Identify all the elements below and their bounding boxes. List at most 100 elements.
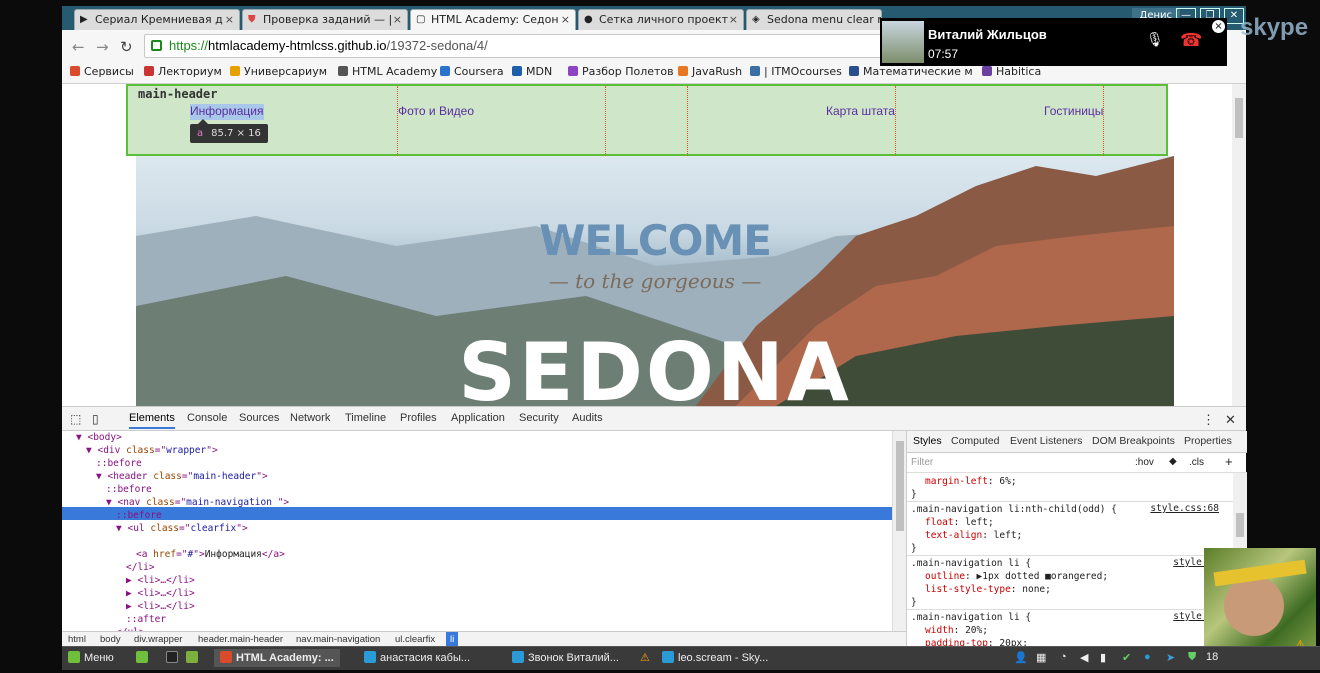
dom-line[interactable]: ▶ <li>…</li> — [126, 587, 195, 600]
bookmark-item[interactable]: Математические м — [849, 65, 973, 78]
style-property[interactable]: text-align: left; — [925, 529, 1022, 542]
devtools-tab-security[interactable]: Security — [519, 412, 559, 424]
styles-tab-listeners[interactable]: Event Listeners — [1010, 435, 1082, 447]
devtools-tab-audits[interactable]: Audits — [572, 412, 603, 424]
close-devtools-icon[interactable]: ✕ — [1225, 412, 1236, 428]
styles-tab-styles[interactable]: Styles — [913, 435, 942, 447]
styles-tab-computed[interactable]: Computed — [951, 435, 999, 447]
rule-selector[interactable]: .main-navigation li { — [911, 611, 1031, 624]
devtools-tab-timeline[interactable]: Timeline — [345, 412, 386, 424]
tab-html-academy[interactable]: ▢ HTML Academy: Седон × — [410, 9, 576, 30]
show-desktop-icon[interactable] — [136, 651, 152, 664]
scrollbar-thumb[interactable] — [1235, 98, 1243, 138]
dom-line[interactable]: ▼ <div class="wrapper"> — [86, 444, 218, 457]
close-icon[interactable]: × — [1212, 20, 1225, 33]
forward-icon[interactable]: → — [96, 38, 109, 56]
styles-filter[interactable]: Filter :hov ◆ .cls + — [907, 453, 1247, 473]
dom-line[interactable]: </li> — [126, 561, 155, 574]
dom-line[interactable]: ::before — [106, 483, 152, 496]
battery-icon[interactable]: ▮ — [1100, 651, 1106, 664]
breadcrumb-item[interactable]: nav.main-navigation — [296, 634, 380, 645]
files-icon[interactable] — [186, 651, 202, 664]
dom-scrollbar[interactable] — [892, 431, 906, 631]
devtools-tab-console[interactable]: Console — [187, 412, 227, 424]
device-icon[interactable]: ▯ — [92, 412, 99, 426]
nav-link-hotels[interactable]: Гостиницы — [1044, 104, 1103, 118]
dom-line[interactable]: ▶ <li>…</li> — [126, 574, 195, 587]
bookmark-item[interactable]: Лекториум — [144, 65, 222, 78]
start-menu-button[interactable]: Меню — [68, 651, 114, 664]
tab-github[interactable]: ● Сетка личного проект × — [578, 9, 744, 30]
reload-icon[interactable]: ↻ — [120, 38, 133, 56]
tab-serial[interactable]: ▶ Сериал Кремниевая д × — [74, 9, 240, 30]
breadcrumb-item[interactable]: html — [68, 634, 86, 645]
bookmark-item[interactable]: Разбор Полетов — [568, 65, 674, 78]
bookmark-item[interactable]: Сервисы — [70, 65, 134, 78]
bookmark-item[interactable]: Habitica — [982, 65, 1041, 78]
telegram-icon[interactable]: ➤ — [1166, 651, 1175, 664]
inspect-icon[interactable]: ⬚ — [70, 412, 81, 426]
rule-selector[interactable]: .main-navigation li:nth-child(odd) { — [911, 503, 1117, 516]
dom-line[interactable]: <a href="#">Информация</a> — [136, 548, 285, 561]
page-scrollbar[interactable] — [1232, 84, 1246, 406]
volume-icon[interactable]: ◀ — [1080, 651, 1088, 664]
scrollbar-thumb[interactable] — [896, 441, 904, 531]
task-skype-call[interactable]: Звонок Виталий... — [512, 651, 619, 664]
breadcrumb-item[interactable]: li — [446, 632, 459, 647]
back-icon[interactable]: ← — [72, 38, 85, 56]
devtools-tab-sources[interactable]: Sources — [239, 412, 279, 424]
dom-line[interactable]: ::before — [116, 509, 162, 522]
cls-toggle[interactable]: .cls — [1189, 457, 1204, 468]
rule-selector[interactable]: .main-navigation li { — [911, 557, 1031, 570]
dom-line[interactable]: ::after — [126, 613, 166, 626]
add-rule-icon[interactable]: + — [1225, 454, 1233, 469]
task-html-academy[interactable]: HTML Academy: ... — [214, 649, 340, 667]
style-property[interactable]: float: left; — [925, 516, 994, 529]
close-icon[interactable]: × — [729, 13, 738, 26]
dom-line[interactable]: ▼ <header class="main-header"> — [96, 470, 268, 483]
scrollbar-thumb[interactable] — [1236, 513, 1244, 537]
tab-codepen[interactable]: ◈ Sedona menu clear ma — [746, 9, 882, 30]
nav-link-info[interactable]: Информация — [190, 104, 263, 118]
bookmark-item[interactable]: Coursera — [440, 65, 504, 78]
filter-input[interactable]: Filter — [911, 457, 933, 468]
style-property[interactable]: list-style-type: none; — [925, 583, 1051, 596]
shield-tray-icon[interactable]: ⛊ — [1188, 651, 1196, 664]
tab-check[interactable]: ⛊ Проверка заданий — | × — [242, 9, 408, 30]
check-icon[interactable]: ✔ — [1122, 651, 1131, 664]
styles-tab-breakpoints[interactable]: DOM Breakpoints — [1092, 435, 1175, 447]
style-property[interactable]: outline: ▶1px dotted ■orangered; — [925, 570, 1108, 583]
dom-line[interactable]: ▼ <ul class="clearfix"> — [116, 522, 248, 535]
task-skype-chat[interactable]: анастасия кабы... — [364, 651, 470, 664]
devtools-tab-elements[interactable]: Elements — [129, 412, 175, 429]
close-icon[interactable]: × — [393, 13, 402, 26]
dom-line[interactable]: ▼ <body> — [76, 431, 122, 444]
hov-toggle[interactable]: :hov — [1135, 457, 1154, 468]
nav-link-photo[interactable]: Фото и Видео — [398, 104, 474, 118]
breadcrumb-item[interactable]: div.wrapper — [134, 634, 182, 645]
dom-line[interactable]: ▼ <li> == $0 — [126, 535, 195, 548]
dom-line[interactable]: ::before — [96, 457, 142, 470]
us-flag-icon[interactable]: ▦ — [1036, 651, 1046, 664]
close-icon[interactable]: × — [225, 13, 234, 26]
bookmark-item[interactable]: JavaRush — [678, 65, 742, 78]
breadcrumb-item[interactable]: body — [100, 634, 121, 645]
user-icon[interactable]: 👤 — [1014, 651, 1028, 664]
style-property[interactable]: width: 20%; — [925, 624, 988, 637]
dom-line[interactable]: ▼ <nav class="main-navigation "> — [106, 496, 289, 509]
dom-line[interactable]: ▶ <li>…</li> — [126, 600, 195, 613]
bookmark-item[interactable]: HTML Academy — [338, 65, 437, 78]
devtools-tab-network[interactable]: Network — [290, 412, 330, 424]
terminal-icon[interactable] — [166, 651, 182, 664]
rule-source-link[interactable]: style.css:68 — [1150, 503, 1219, 514]
row-actions-icon[interactable]: ••• — [64, 531, 81, 544]
close-icon[interactable]: × — [561, 13, 570, 26]
breadcrumb-item[interactable]: header.main-header — [198, 634, 283, 645]
bookmark-item[interactable]: MDN — [512, 65, 552, 78]
skype-call-window[interactable]: Виталий Жильцов 07:57 🎙 ☎ × — [880, 18, 1227, 66]
mic-icon[interactable]: 🎙 — [1146, 32, 1164, 48]
styles-tab-properties[interactable]: Properties — [1184, 435, 1232, 447]
hangup-icon[interactable]: ☎ — [1180, 30, 1202, 51]
nav-link-map[interactable]: Карта штата — [826, 104, 895, 118]
bookmark-item[interactable]: | ITMOcourses — [750, 65, 842, 78]
